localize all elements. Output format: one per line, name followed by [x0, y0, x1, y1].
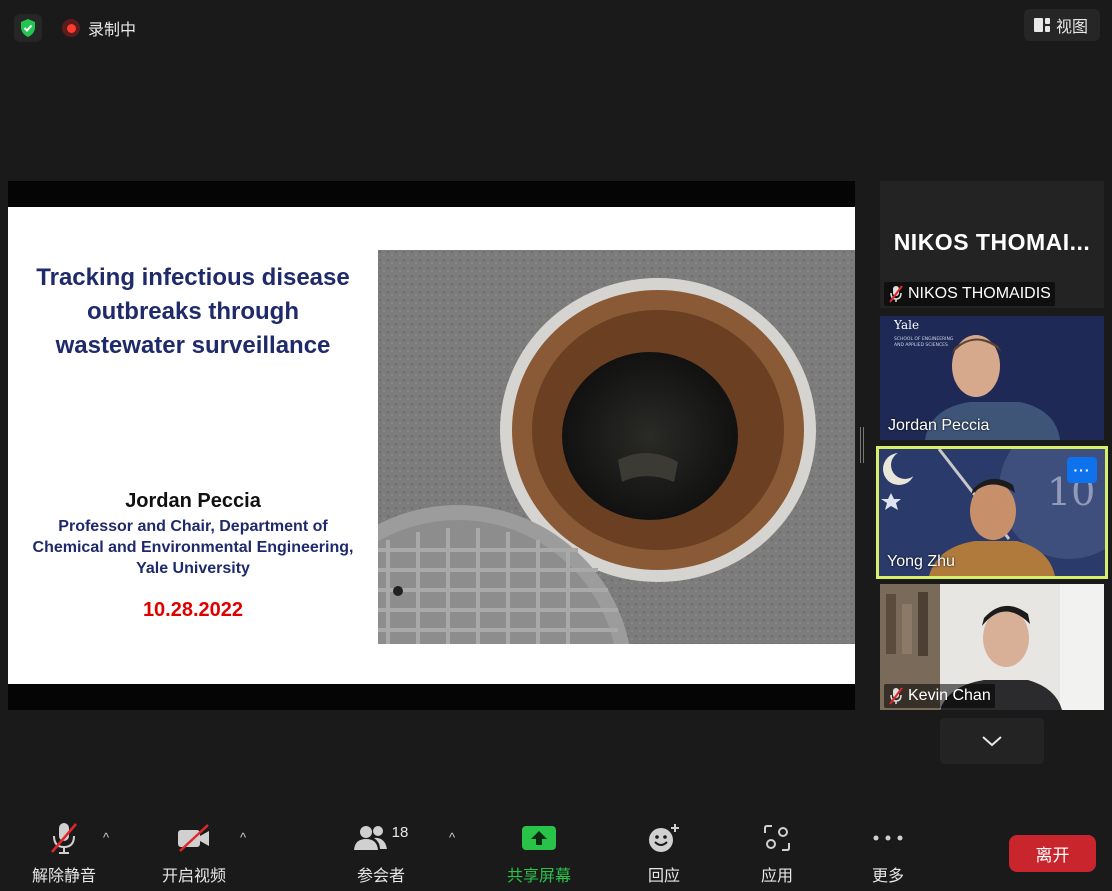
recording-dot-icon	[62, 19, 80, 37]
more-button[interactable]: 更多	[864, 820, 912, 886]
mic-muted-icon	[889, 687, 903, 705]
participant-tile-yong-active-speaker[interactable]: 10 ··· Yong Zhu	[876, 446, 1108, 579]
participants-icon	[353, 826, 387, 850]
start-video-button[interactable]: 开启视频	[158, 820, 230, 886]
manhole-photo	[378, 250, 855, 644]
participant-name-label: Jordan Peccia	[888, 417, 990, 434]
meeting-window: 录制中 视图 Tracking infectious disease outbr…	[0, 0, 1112, 891]
participant-name-label: Kevin Chan	[884, 684, 995, 708]
recording-indicator[interactable]: 录制中	[62, 14, 136, 42]
reactions-button[interactable]: 回应	[640, 820, 688, 886]
participant-display-name: NIKOS THOMAI...	[893, 229, 1091, 255]
mic-muted-icon	[49, 820, 79, 856]
security-shield-icon[interactable]	[14, 14, 42, 42]
slide-date: 10.28.2022	[142, 599, 244, 621]
apps-icon	[763, 820, 791, 856]
participant-more-options-button[interactable]: ···	[1067, 457, 1097, 483]
svg-text:AND APPLIED SCIENCES: AND APPLIED SCIENCES	[894, 342, 948, 348]
video-options-caret[interactable]: ^	[240, 830, 246, 845]
slide-affiliation: Professor and Chair, Department of Chemi…	[32, 518, 354, 577]
view-layout-icon	[1033, 18, 1050, 32]
mic-muted-icon	[889, 285, 903, 303]
slide-title: Tracking infectious disease outbreaks th…	[36, 264, 350, 359]
participant-tile-nikos[interactable]: NIKOS THOMAI... NIKOS THOMAIDIS	[880, 181, 1104, 308]
apps-button[interactable]: 应用	[753, 820, 801, 886]
participant-name-label: Yong Zhu	[887, 553, 955, 570]
participant-tile-jordan[interactable]: Yale SCHOOL OF ENGINEERING AND APPLIED S…	[880, 316, 1104, 440]
participant-name-label: NIKOS THOMAIDIS	[884, 282, 1055, 306]
panel-resize-handle[interactable]	[860, 427, 864, 463]
audio-options-caret[interactable]: ^	[103, 830, 109, 845]
unmute-button[interactable]: 解除静音	[28, 820, 100, 886]
participants-options-caret[interactable]: ^	[449, 830, 455, 845]
participant-tile-kevin[interactable]: Kevin Chan	[880, 584, 1104, 710]
shared-screen[interactable]: Tracking infectious disease outbreaks th…	[8, 181, 855, 710]
participants-button[interactable]: 18 参会者	[352, 820, 410, 886]
share-screen-button[interactable]: 共享屏幕	[503, 820, 575, 886]
slide-author: Jordan Peccia	[125, 490, 261, 512]
view-button[interactable]: 视图	[1023, 9, 1100, 41]
leave-button[interactable]: 离开	[1009, 835, 1096, 872]
chevron-down-icon	[982, 736, 1002, 747]
share-screen-icon	[521, 820, 557, 856]
meeting-toolbar: 解除静音 ^ 开启视频 ^ 18 参会者 ^ 共享屏幕 回应 应用 更多 离开	[0, 812, 1112, 891]
svg-text:SCHOOL OF ENGINEERING: SCHOOL OF ENGINEERING	[894, 336, 954, 342]
more-dots-icon	[873, 820, 903, 856]
participants-count: 18	[391, 823, 409, 841]
recording-label: 录制中	[88, 22, 137, 39]
video-off-icon	[176, 820, 212, 856]
smiley-add-icon	[647, 820, 681, 856]
presentation-slide: Tracking infectious disease outbreaks th…	[8, 207, 855, 684]
view-label: 视图	[1055, 19, 1088, 36]
svg-text:Yale: Yale	[893, 318, 919, 332]
scroll-down-button[interactable]	[940, 718, 1044, 764]
